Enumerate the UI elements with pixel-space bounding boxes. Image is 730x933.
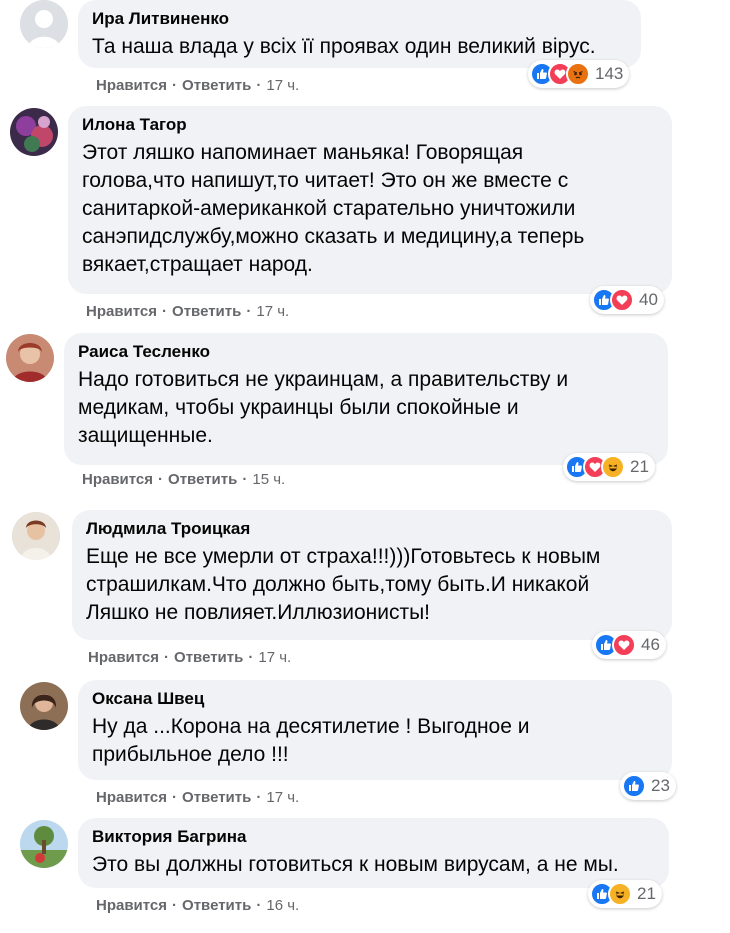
comment-text-line: санитаркой-американкой старательно уничт… <box>82 197 576 220</box>
comment-author[interactable]: Раиса Тесленко <box>78 341 654 363</box>
reaction-count: 23 <box>651 776 670 795</box>
comment-bubble: Раиса Тесленко Надо готовиться не украин… <box>64 333 668 465</box>
avatar[interactable] <box>12 512 60 560</box>
comment-text-line: Этот ляшко напоминает маньяка! Говорящая <box>82 141 524 164</box>
comment-text: Надо готовиться не украинцам, а правител… <box>78 366 654 450</box>
comment-text-line: Та наша влада у всіх її проявах один вел… <box>92 35 596 58</box>
comment-bubble: Виктория Багрина Это вы должны готовитьс… <box>78 818 669 888</box>
angry-icon <box>566 62 590 86</box>
comment-text-line: медикам, чтобы украинцы были спокойные и <box>78 396 519 419</box>
reactions-summary[interactable]: 143 <box>528 60 630 88</box>
comment-text-line: вякает,стращает народ. <box>82 253 313 276</box>
reactions-summary[interactable]: 23 <box>620 772 676 800</box>
haha-icon <box>608 882 632 906</box>
like-button[interactable]: Нравится <box>88 649 159 666</box>
reaction-count: 21 <box>637 884 656 903</box>
comment-text-line: прибыльное дело !!! <box>92 743 289 766</box>
comment-author[interactable]: Виктория Багрина <box>92 826 655 848</box>
reaction-count: 143 <box>595 64 624 83</box>
like-button[interactable]: Нравится <box>96 897 167 914</box>
comment-actions: Нравится · Ответить · 17 ч. <box>96 789 300 806</box>
love-icon <box>610 288 634 312</box>
like-button[interactable]: Нравится <box>96 789 167 806</box>
comment-timestamp[interactable]: 17 ч. <box>266 789 299 806</box>
like-button[interactable]: Нравится <box>96 77 167 94</box>
comment-actions: Нравится · Ответить · 17 ч. <box>86 303 290 320</box>
comment-bubble: Илона Тагор Этот ляшко напоминает маньяк… <box>68 106 672 294</box>
love-icon <box>612 633 636 657</box>
reply-button[interactable]: Ответить <box>168 471 237 488</box>
comment-text-line: Ну да ...Корона на десятилетие ! Выгодно… <box>92 715 530 738</box>
comment-timestamp[interactable]: 16 ч. <box>266 897 299 914</box>
avatar[interactable] <box>10 108 58 156</box>
reactions-summary[interactable]: 21 <box>563 453 655 481</box>
comment-text-line: Еще не все умерли от страха!!!)))Готовьт… <box>86 545 601 568</box>
reaction-count: 21 <box>630 457 649 476</box>
haha-icon <box>601 455 625 479</box>
comment-actions: Нравится · Ответить · 17 ч. <box>96 77 300 94</box>
reactions-summary[interactable]: 40 <box>590 286 664 314</box>
comment-actions: Нравится · Ответить · 17 ч. <box>88 649 292 666</box>
like-button[interactable]: Нравится <box>82 471 153 488</box>
reply-button[interactable]: Ответить <box>182 789 251 806</box>
avatar[interactable] <box>20 682 68 730</box>
comment-author[interactable]: Ира Литвиненко <box>92 8 627 30</box>
reaction-count: 46 <box>641 635 660 654</box>
comment-actions: Нравится · Ответить · 16 ч. <box>96 897 300 914</box>
reply-button[interactable]: Ответить <box>182 897 251 914</box>
comment-text: Еще не все умерли от страха!!!)))Готовьт… <box>86 543 658 627</box>
comment-author[interactable]: Илона Тагор <box>82 114 658 136</box>
comment-timestamp[interactable]: 17 ч. <box>258 649 291 666</box>
comment-text-line: голова,что напишут,то читает! Это он же … <box>82 169 569 192</box>
comment-text-line: защищенные. <box>78 424 213 447</box>
comment-bubble: Оксана Швец Ну да ...Корона на десятилет… <box>78 680 672 780</box>
comment-author[interactable]: Людмила Троицкая <box>86 518 658 540</box>
comment-author[interactable]: Оксана Швец <box>92 688 658 710</box>
comment-bubble: Ира Литвиненко Та наша влада у всіх її п… <box>78 0 641 68</box>
comment-text-line: Это вы должны готовиться к новым вирусам… <box>92 853 619 876</box>
avatar[interactable] <box>20 0 68 48</box>
comment-text: Ну да ...Корона на десятилетие ! Выгодно… <box>92 713 658 769</box>
reply-button[interactable]: Ответить <box>172 303 241 320</box>
comment-actions: Нравится · Ответить · 15 ч. <box>82 471 286 488</box>
reactions-summary[interactable]: 21 <box>588 880 662 908</box>
comment-timestamp[interactable]: 17 ч. <box>266 77 299 94</box>
comment-text-line: санэпидслужбу,можно сказать и медицину,а… <box>82 225 585 248</box>
comment-timestamp[interactable]: 17 ч. <box>256 303 289 320</box>
like-icon <box>622 774 646 798</box>
reply-button[interactable]: Ответить <box>174 649 243 666</box>
reaction-count: 40 <box>639 290 658 309</box>
comment-bubble: Людмила Троицкая Еще не все умерли от ст… <box>72 510 672 640</box>
comment-text-line: Ляшко не повлияет.Иллюзионисты! <box>86 601 430 624</box>
comment-text: Этот ляшко напоминает маньяка! Говорящая… <box>82 139 658 279</box>
comment-text-line: страшилкам.Что должно быть,тому быть.И н… <box>86 573 590 596</box>
comment-timestamp[interactable]: 15 ч. <box>252 471 285 488</box>
comment-text-line: Надо готовиться не украинцам, а правител… <box>78 368 569 391</box>
reactions-summary[interactable]: 46 <box>592 631 666 659</box>
avatar[interactable] <box>20 820 68 868</box>
like-button[interactable]: Нравится <box>86 303 157 320</box>
avatar[interactable] <box>6 334 54 382</box>
reply-button[interactable]: Ответить <box>182 77 251 94</box>
